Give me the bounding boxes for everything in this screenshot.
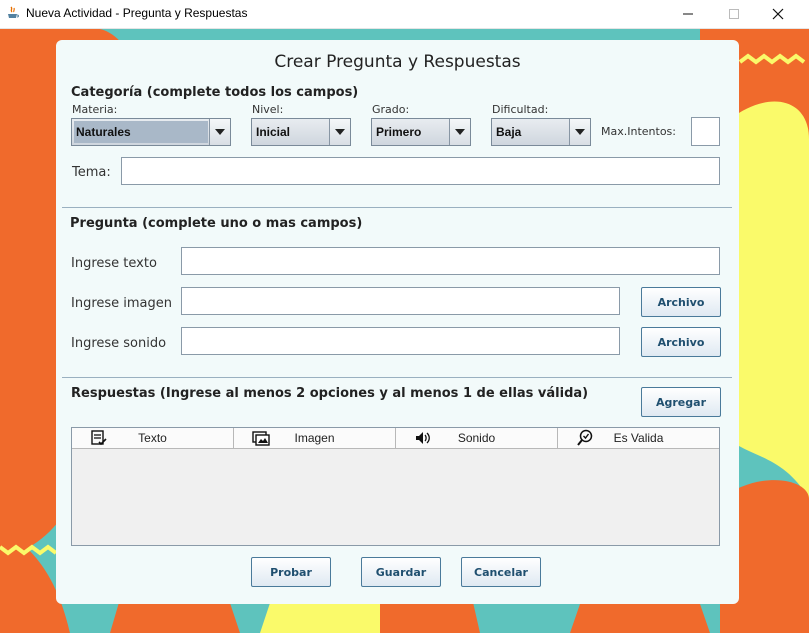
minimize-button[interactable] — [665, 0, 711, 28]
window-titlebar[interactable]: Nueva Actividad - Pregunta y Respuestas — [0, 0, 809, 29]
create-question-panel: Crear Pregunta y Respuestas Categoría (c… — [56, 40, 739, 604]
question-text-input[interactable] — [181, 247, 720, 275]
column-header-texto[interactable]: Texto — [72, 428, 234, 448]
tema-label: Tema: — [72, 165, 111, 180]
chevron-down-icon — [575, 129, 585, 135]
sound-file-button[interactable]: Archivo — [641, 327, 721, 357]
grado-label: Grado: — [372, 103, 410, 116]
java-icon — [8, 6, 19, 18]
grado-select[interactable]: Primero — [371, 118, 471, 146]
guardar-button[interactable]: Guardar — [361, 557, 441, 587]
column-label-es-valida: Es Valida — [613, 431, 664, 445]
question-sound-input[interactable] — [181, 327, 620, 355]
dificultad-dropdown-arrow[interactable] — [569, 119, 590, 145]
close-icon — [772, 8, 784, 20]
close-button[interactable] — [755, 0, 801, 28]
answers-heading: Respuestas (Ingrese al menos 2 opciones … — [71, 386, 589, 401]
dialog-title: Crear Pregunta y Respuestas — [274, 52, 521, 72]
grado-dropdown-arrow[interactable] — [449, 119, 470, 145]
maximize-button[interactable] — [711, 0, 757, 28]
materia-dropdown-arrow[interactable] — [209, 119, 230, 145]
nivel-label: Nivel: — [252, 103, 284, 116]
question-sound-label: Ingrese sonido — [71, 336, 167, 351]
materia-select[interactable]: Naturales — [71, 118, 231, 146]
tema-input[interactable] — [121, 157, 720, 185]
window-title: Nueva Actividad - Pregunta y Respuestas — [26, 6, 248, 20]
maximize-icon — [729, 9, 739, 19]
column-label-imagen: Imagen — [294, 431, 335, 445]
column-header-es-valida[interactable]: Es Valida — [558, 428, 719, 448]
question-text-label: Ingrese texto — [71, 256, 157, 271]
section-divider — [62, 207, 732, 208]
chevron-down-icon — [215, 129, 225, 135]
nivel-select[interactable]: Inicial — [251, 118, 351, 146]
column-label-texto: Texto — [138, 431, 167, 445]
max-intentos-label: Max.Intentos: — [601, 125, 676, 138]
materia-value: Naturales — [74, 121, 208, 143]
dificultad-value: Baja — [496, 125, 522, 139]
max-intentos-input[interactable] — [691, 117, 720, 146]
section-divider — [62, 377, 732, 378]
chevron-down-icon — [335, 129, 345, 135]
column-label-sonido: Sonido — [457, 431, 496, 445]
nivel-dropdown-arrow[interactable] — [329, 119, 350, 145]
column-header-sonido[interactable]: Sonido — [396, 428, 558, 448]
add-answer-button[interactable]: Agregar — [641, 387, 721, 417]
chevron-down-icon — [455, 129, 465, 135]
dificultad-label: Dificultad: — [492, 103, 549, 116]
question-image-label: Ingrese imagen — [71, 296, 173, 311]
nivel-value: Inicial — [256, 125, 291, 139]
cancelar-button[interactable]: Cancelar — [461, 557, 541, 587]
column-header-imagen[interactable]: Imagen — [234, 428, 396, 448]
answers-table[interactable]: Texto Imagen Sonido Es Valida — [71, 427, 720, 546]
probar-button[interactable]: Probar — [251, 557, 331, 587]
minimize-icon — [683, 13, 693, 15]
grado-value: Primero — [376, 125, 422, 139]
category-heading: Categoría (complete todos los campos) — [71, 85, 359, 100]
question-image-input[interactable] — [181, 287, 620, 315]
answers-table-header: Texto Imagen Sonido Es Valida — [72, 428, 719, 449]
materia-label: Materia: — [72, 103, 118, 116]
dificultad-select[interactable]: Baja — [491, 118, 591, 146]
image-file-button[interactable]: Archivo — [641, 287, 721, 317]
question-heading: Pregunta (complete uno o mas campos) — [70, 216, 363, 231]
